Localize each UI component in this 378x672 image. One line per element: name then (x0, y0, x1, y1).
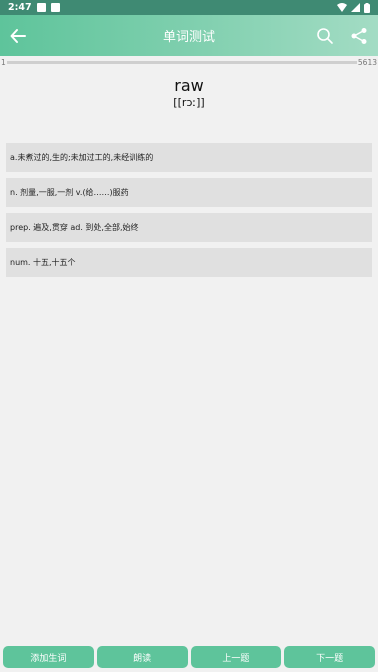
answer-option-label: a.未煮过的,生的;未加过工的,未经训练的 (10, 153, 154, 162)
test-word: raw (174, 76, 204, 95)
bottom-action-bar: 添加生词 朗读 上一题 下一题 (0, 646, 378, 668)
answer-option-label: prep. 遍及,贯穿 ad. 到处,全部,始终 (10, 223, 139, 232)
add-word-button[interactable]: 添加生词 (3, 646, 94, 668)
status-time: 2:47 (8, 2, 32, 13)
status-bar: 2:47 (0, 0, 378, 15)
share-icon (351, 27, 367, 44)
previous-question-button[interactable]: 上一题 (190, 646, 282, 668)
answer-options: a.未煮过的,生的;未加过工的,未经训练的 n. 剂量,一服,一剂 v.(给……… (6, 143, 372, 283)
wifi-icon (337, 3, 347, 12)
progress-track (7, 60, 357, 64)
answer-option-3[interactable]: prep. 遍及,贯穿 ad. 到处,全部,始终 (6, 213, 372, 242)
answer-option-label: n. 剂量,一服,一剂 v.(给……)服药 (10, 188, 129, 197)
search-icon (317, 27, 333, 44)
share-button[interactable] (348, 25, 370, 47)
answer-option-2[interactable]: n. 剂量,一服,一剂 v.(给……)服药 (6, 178, 372, 207)
search-button[interactable] (314, 25, 336, 47)
app-bar: 单词测试 (0, 15, 378, 56)
read-aloud-button[interactable]: 朗读 (96, 646, 188, 668)
answer-option-4[interactable]: num. 十五,十五个 (6, 248, 372, 277)
answer-option-1[interactable]: a.未煮过的,生的;未加过工的,未经训练的 (6, 143, 372, 172)
progress-min-label: 1 (1, 57, 6, 67)
answer-option-label: num. 十五,十五个 (10, 258, 76, 267)
signal-icon (351, 3, 360, 12)
arrow-left-icon (10, 28, 26, 43)
notification-icon (36, 3, 46, 12)
notification-app-icon (50, 3, 60, 12)
progress-max-label: 5613 (357, 57, 377, 67)
back-button[interactable] (0, 15, 36, 56)
battery-icon (364, 2, 370, 13)
next-question-button[interactable]: 下一题 (284, 646, 375, 668)
progress-bar: 1 5613 (0, 56, 378, 68)
word-phonetic: [[rɔː]] (173, 96, 205, 109)
